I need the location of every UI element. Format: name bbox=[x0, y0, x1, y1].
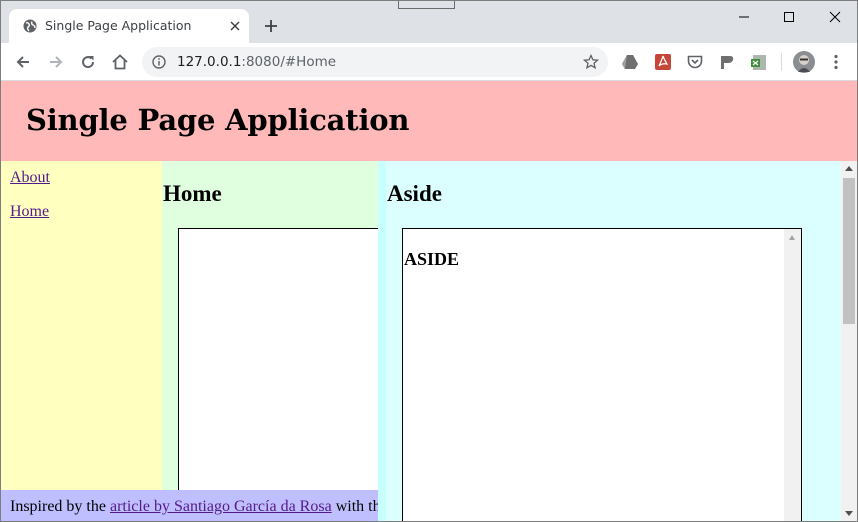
home-icon[interactable] bbox=[110, 52, 130, 72]
page-scrollbar[interactable] bbox=[841, 161, 857, 521]
pocket-icon[interactable] bbox=[686, 53, 704, 71]
page-viewport: Single Page Application About Home Home … bbox=[1, 81, 857, 521]
globe-icon bbox=[23, 19, 37, 33]
drive-icon[interactable] bbox=[621, 53, 639, 71]
url-path: :8080/#Home bbox=[241, 54, 337, 70]
nav-sidebar: About Home bbox=[1, 161, 162, 521]
main-content-frame[interactable] bbox=[178, 228, 378, 521]
window-close-icon[interactable] bbox=[825, 8, 845, 26]
aside-section: Aside ASIDE bbox=[386, 161, 841, 521]
page-footer: Inspired by the article by Santiago Garc… bbox=[1, 490, 378, 521]
minimize-icon[interactable] bbox=[734, 8, 754, 26]
footer-suffix: with th bbox=[331, 498, 378, 515]
menu-icon[interactable] bbox=[827, 53, 845, 71]
star-icon[interactable] bbox=[583, 54, 599, 70]
address-bar[interactable]: 127.0.0.1:8080/#Home bbox=[142, 47, 608, 77]
browser-window: Single Page Application 127.0.0.1:8080/#… bbox=[0, 0, 858, 522]
url-host: 127.0.0.1 bbox=[177, 54, 242, 70]
browser-toolbar: 127.0.0.1:8080/#Home bbox=[1, 43, 857, 81]
nav-link-home[interactable]: Home bbox=[10, 203, 49, 221]
close-icon[interactable] bbox=[227, 18, 243, 34]
tab-single-page-application[interactable]: Single Page Application bbox=[9, 9, 249, 43]
footer-article-link[interactable]: article by Santiago García da Rosa bbox=[110, 498, 332, 515]
scrollbar-thumb[interactable] bbox=[843, 178, 855, 324]
maximize-icon[interactable] bbox=[779, 8, 799, 26]
footer-text: Inspired by the article by Santiago Garc… bbox=[10, 498, 378, 516]
aside-content-text: ASIDE bbox=[404, 249, 460, 269]
pdf-icon[interactable] bbox=[654, 53, 672, 71]
scroll-up-arrow-icon[interactable] bbox=[789, 235, 795, 240]
aside-content-frame[interactable]: ASIDE bbox=[402, 228, 802, 521]
window-drag-notch bbox=[398, 1, 455, 9]
flag-icon[interactable] bbox=[718, 53, 736, 71]
aside-scrollbar[interactable] bbox=[784, 229, 801, 521]
toolbar-separator bbox=[781, 53, 782, 71]
sheets-icon[interactable] bbox=[750, 53, 768, 71]
aside-heading: Aside bbox=[387, 181, 442, 206]
scroll-down-arrow-icon[interactable] bbox=[845, 511, 853, 516]
page-title: Single Page Application bbox=[26, 103, 410, 137]
footer-prefix: Inspired by the bbox=[10, 498, 110, 515]
reload-icon[interactable] bbox=[78, 52, 98, 72]
scroll-up-arrow-icon[interactable] bbox=[845, 166, 853, 171]
info-icon[interactable] bbox=[152, 55, 166, 69]
main-section: Home bbox=[162, 161, 378, 521]
page-header: Single Page Application bbox=[1, 81, 857, 161]
forward-icon[interactable] bbox=[46, 52, 66, 72]
url-text[interactable]: 127.0.0.1:8080/#Home bbox=[177, 54, 336, 70]
plus-icon[interactable] bbox=[262, 17, 280, 35]
main-heading: Home bbox=[163, 181, 222, 206]
avatar[interactable] bbox=[793, 51, 815, 73]
title-bar: Single Page Application bbox=[1, 1, 857, 43]
back-icon[interactable] bbox=[13, 52, 33, 72]
tab-title: Single Page Application bbox=[45, 18, 192, 33]
nav-link-about[interactable]: About bbox=[10, 169, 50, 187]
column-divider bbox=[378, 161, 386, 521]
